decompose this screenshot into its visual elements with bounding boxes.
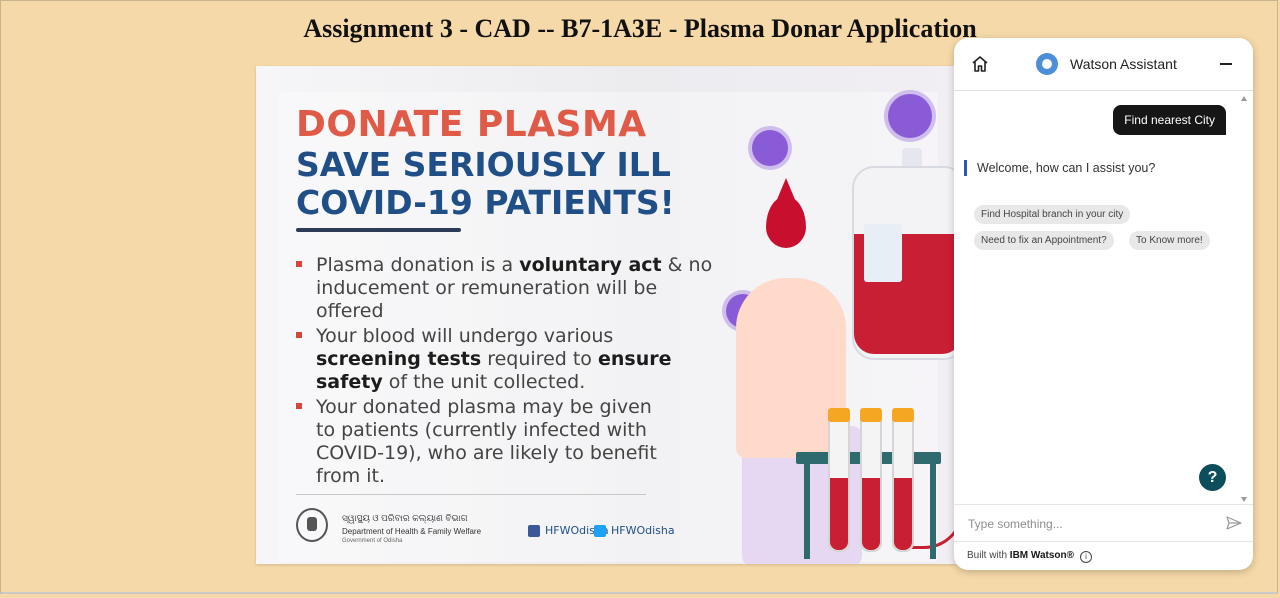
poster-footer-divider <box>296 494 646 495</box>
option-know-more[interactable]: To Know more! <box>1129 231 1210 250</box>
bullet-text: required to <box>481 348 598 370</box>
test-tube-icon <box>892 408 914 552</box>
blood-bag-label <box>864 224 902 282</box>
poster-subheadline-line-2: COVID-19 PATIENTS! <box>296 183 675 222</box>
message-input-bar <box>954 504 1253 542</box>
bullet-text: of the unit collected. <box>382 371 586 393</box>
minimize-icon[interactable] <box>1220 63 1232 65</box>
scroll-down-icon[interactable] <box>1241 497 1247 502</box>
poster-bullet-3: Your donated plasma may be given to pati… <box>296 396 666 488</box>
twitter-handle-text: HFWOdisha <box>611 524 675 537</box>
bullet-marker <box>296 332 302 338</box>
org-name: Department of Health & Family Welfare <box>342 527 482 536</box>
poster-bullet-1: Plasma donation is a voluntary act & no … <box>296 254 716 323</box>
built-with-footer: Built with IBM Watson® i <box>967 550 1093 563</box>
donate-plasma-poster: DONATE PLASMA SAVE SERIOUSLY ILL COVID-1… <box>256 66 956 564</box>
watson-assistant-widget: Watson Assistant Find nearest City Welco… <box>954 38 1253 570</box>
rack-leg <box>930 464 936 559</box>
rack-leg <box>804 464 810 559</box>
bullet-marker <box>296 403 302 409</box>
twitter-handle: HFWOdisha <box>594 524 675 537</box>
bot-message: Welcome, how can I assist you? <box>964 160 1155 176</box>
chat-title: Watson Assistant <box>1070 56 1177 72</box>
user-message: Find nearest City <box>1113 105 1226 135</box>
option-find-hospital[interactable]: Find Hospital branch in your city <box>974 205 1131 224</box>
chat-scrollbar[interactable] <box>1239 96 1249 502</box>
facebook-icon <box>528 524 540 537</box>
headline-divider <box>296 228 461 232</box>
bullet-text: Your blood will undergo various <box>316 325 614 347</box>
org-government: Government of Odisha <box>342 538 403 544</box>
message-input[interactable] <box>966 514 1210 534</box>
poster-subheadline: SAVE SERIOUSLY ILL COVID-19 PATIENTS! <box>296 146 675 222</box>
footer-brand: IBM Watson® <box>1009 550 1075 561</box>
send-icon[interactable] <box>1226 516 1242 530</box>
bullet-text: Plasma donation is a <box>316 254 520 276</box>
chat-body[interactable] <box>954 91 1253 503</box>
odisha-emblem-icon <box>296 508 328 542</box>
chat-header: Watson Assistant <box>954 38 1253 91</box>
test-tube-icon <box>828 408 850 552</box>
option-fix-appointment[interactable]: Need to fix an Appointment? <box>974 231 1114 250</box>
bullet-emphasis: screening tests <box>316 348 482 370</box>
org-name-odia: ସ୍ୱାସ୍ଥ୍ୟ ଓ ପରିବାର କଲ୍ୟାଣ ବିଭାଗ <box>342 513 468 523</box>
bullet-marker <box>296 261 302 267</box>
poster-bullet-2: Your blood will undergo various screenin… <box>296 325 716 394</box>
test-tube-icon <box>860 408 882 552</box>
virus-icon <box>752 130 788 166</box>
info-icon[interactable]: i <box>1080 551 1093 563</box>
virus-icon <box>888 94 932 138</box>
footer-prefix: Built with <box>967 550 1010 561</box>
bullet-emphasis: voluntary act <box>519 254 662 276</box>
poster-headline: DONATE PLASMA <box>296 104 647 145</box>
watson-avatar-icon <box>1036 53 1058 75</box>
home-icon[interactable] <box>970 54 990 74</box>
bullet-text: Your donated plasma may be given to pati… <box>316 396 657 487</box>
twitter-icon <box>594 524 606 537</box>
scroll-up-icon[interactable] <box>1241 96 1247 101</box>
help-icon[interactable]: ? <box>1199 464 1226 491</box>
poster-subheadline-line-1: SAVE SERIOUSLY ILL <box>296 145 671 184</box>
